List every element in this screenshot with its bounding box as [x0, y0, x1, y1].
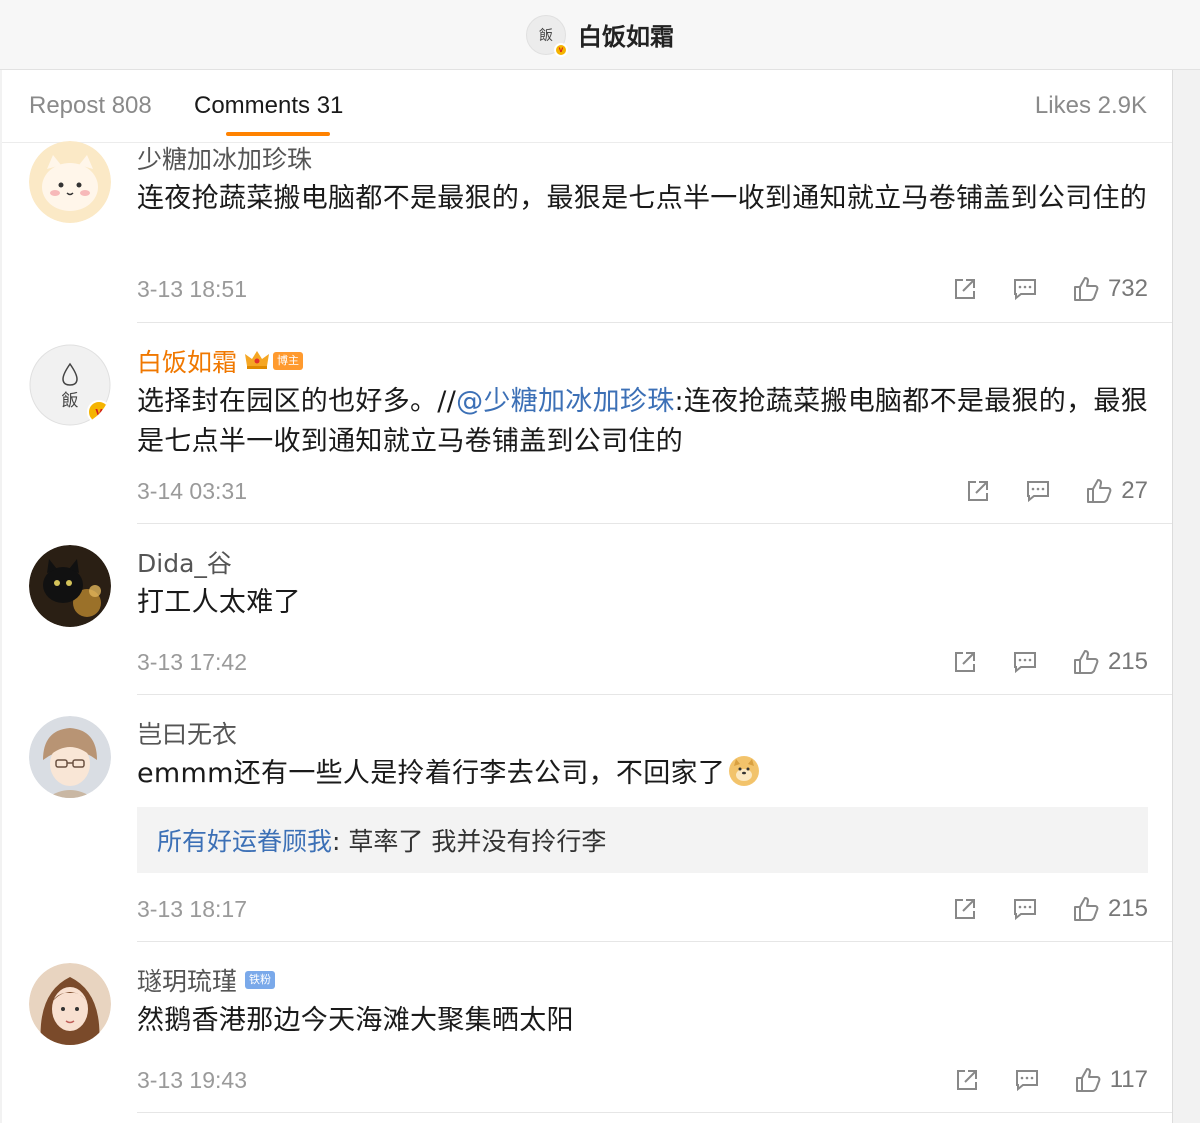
like-count: 215: [1107, 648, 1148, 675]
avatar-glyph: 飯: [539, 27, 553, 44]
avatar[interactable]: [29, 545, 111, 627]
thumbs-up-icon: [1073, 277, 1099, 301]
like-button[interactable]: 215: [1072, 895, 1148, 923]
comment-text: 打工人太难了: [137, 587, 301, 618]
avatar[interactable]: 飯 v: [29, 344, 111, 426]
reply-icon[interactable]: [1012, 896, 1038, 922]
like-count: 27: [1121, 477, 1148, 504]
divider: [137, 941, 1172, 942]
divider: [137, 523, 1172, 524]
comment-text-prefix: 选择封在园区的也好多。//: [137, 386, 457, 417]
avatar[interactable]: [29, 716, 111, 798]
comment-text: 选择封在园区的也好多。//@少糖加冰加珍珠:连夜抢蔬菜搬电脑都不是最狠的，最狠是…: [137, 382, 1148, 462]
divider: [137, 1112, 1172, 1113]
comment-time: 3-14 03:31: [137, 477, 247, 504]
like-count: 215: [1107, 895, 1148, 922]
reply-icon[interactable]: [1025, 478, 1051, 504]
comment-item: Dida_谷 打工人太难了 3-13 17:42 215: [2, 545, 1172, 695]
like-button[interactable]: 117: [1074, 1066, 1148, 1094]
doge-emoji-icon: [729, 756, 760, 786]
comment-text: 连夜抢蔬菜搬电脑都不是最狠的，最狠是七点半一收到通知就立马卷铺盖到公司住的: [137, 183, 1148, 214]
tab-likes[interactable]: Likes 2.9K: [1035, 92, 1147, 120]
active-tab-indicator: [226, 132, 330, 136]
crown-icon: [245, 347, 270, 376]
verified-badge-icon: v: [554, 42, 568, 57]
fan-badge: 铁粉: [245, 971, 276, 989]
thumbs-up-icon: [1087, 479, 1112, 503]
share-icon[interactable]: [952, 276, 978, 302]
like-button[interactable]: 215: [1072, 648, 1148, 676]
comment-time: 3-13 17:42: [137, 648, 247, 675]
tab-bar: Repost 808 Comments 31 Likes 2.9K: [2, 70, 1172, 143]
avatar[interactable]: [29, 141, 111, 223]
mention-link[interactable]: @少糖加冰加珍珠: [456, 386, 674, 417]
comment-username[interactable]: 白饭如霜: [137, 343, 237, 379]
tab-comments[interactable]: Comments 31: [194, 92, 343, 120]
comment-item: 飯 v 白饭如霜 博主 选择封在园区的也好多。//@少糖加冰加珍珠:连夜抢蔬菜搬…: [2, 343, 1172, 524]
reply-text: : 草率了 我并没有拎行李: [332, 827, 607, 856]
comment-username[interactable]: 岂曰无衣: [137, 716, 1148, 750]
comment-item: 璲玥琉瑾 铁粉 然鹅香港那边今天海滩大聚集晒太阳 3-13 19:43 117: [2, 962, 1172, 1113]
sub-reply[interactable]: 所有好运眷顾我: 草率了 我并没有拎行李: [137, 807, 1148, 873]
thumbs-up-icon: [1073, 897, 1099, 921]
divider: [137, 694, 1172, 695]
header-avatar[interactable]: 飯 v: [526, 14, 568, 57]
comment-time: 3-13 19:43: [137, 1066, 247, 1093]
svg-text:飯: 飯: [62, 391, 79, 411]
comment-username[interactable]: 少糖加冰加珍珠: [137, 141, 1148, 175]
share-icon[interactable]: [952, 649, 978, 675]
thumbs-up-icon: [1073, 650, 1099, 674]
reply-icon[interactable]: [1012, 649, 1038, 675]
comment-text: 然鹅香港那边今天海滩大聚集晒太阳: [137, 1005, 574, 1036]
top-bar: 飯 v 白饭如霜: [0, 0, 1200, 70]
reply-icon[interactable]: [1014, 1067, 1040, 1093]
tab-repost[interactable]: Repost 808: [29, 92, 152, 120]
comment-text-body: emmm还有一些人是拎着行李去公司，不回家了: [137, 758, 726, 789]
comment-text: emmm还有一些人是拎着行李去公司，不回家了: [137, 754, 1148, 794]
comment-item: 岂曰无衣 emmm还有一些人是拎着行李去公司，不回家了 所有好运眷顾我: 草率了…: [2, 716, 1172, 942]
share-icon[interactable]: [965, 478, 991, 504]
thumbs-up-icon: [1075, 1068, 1101, 1092]
comment-username[interactable]: Dida_谷: [137, 545, 1148, 579]
reply-icon[interactable]: [1012, 276, 1038, 302]
comment-item: 少糖加冰加珍珠 连夜抢蔬菜搬电脑都不是最狠的，最狠是七点半一收到通知就立马卷铺盖…: [2, 141, 1172, 323]
share-icon[interactable]: [954, 1067, 980, 1093]
comments-panel: Repost 808 Comments 31 Likes 2.9K 少糖加冰加珍…: [2, 70, 1173, 1123]
avatar[interactable]: [29, 963, 111, 1045]
comment-time: 3-13 18:17: [137, 895, 247, 922]
verified-badge-icon: v: [87, 400, 111, 424]
like-button[interactable]: 732: [1072, 275, 1148, 303]
comment-time: 3-13 18:51: [137, 275, 247, 302]
like-count: 732: [1107, 275, 1148, 302]
like-count: 117: [1109, 1066, 1148, 1093]
reply-username[interactable]: 所有好运眷顾我: [157, 822, 332, 858]
like-button[interactable]: 27: [1085, 477, 1148, 505]
page-title: 白饭如霜: [578, 23, 674, 51]
share-icon[interactable]: [952, 896, 978, 922]
author-badge: 博主: [273, 352, 304, 370]
comment-username[interactable]: 璲玥琉瑾: [137, 962, 237, 998]
divider: [137, 322, 1172, 323]
